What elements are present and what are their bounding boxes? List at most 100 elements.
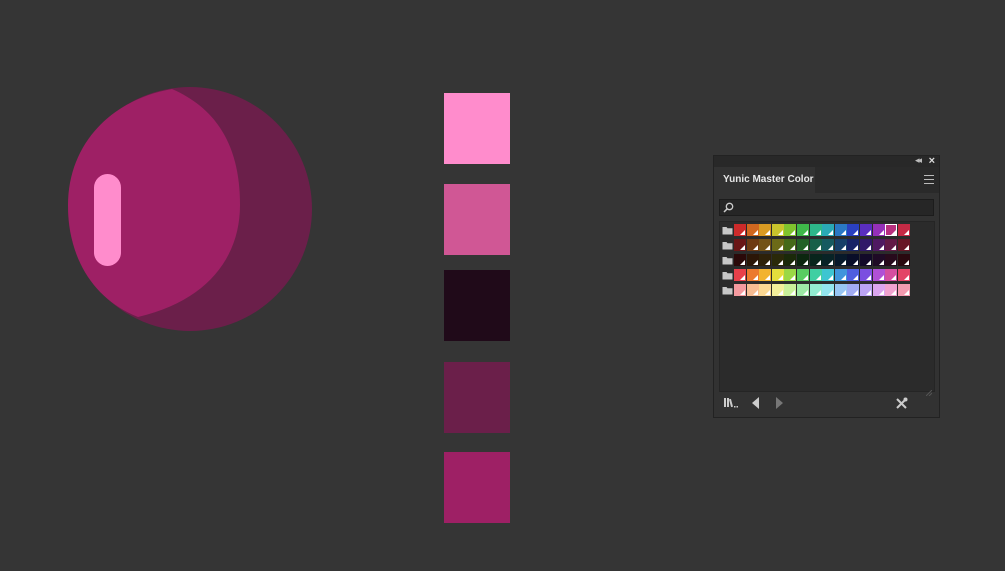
- folder-icon[interactable]: [722, 271, 733, 280]
- color-swatch[interactable]: [885, 224, 898, 236]
- swatch-dark-plum[interactable]: [444, 270, 510, 341]
- panel-tab[interactable]: Yunic Master Color: [714, 167, 815, 193]
- color-swatch[interactable]: [771, 269, 784, 281]
- color-swatch[interactable]: [771, 239, 784, 251]
- color-swatch[interactable]: [809, 224, 822, 236]
- color-swatch[interactable]: [897, 239, 910, 251]
- color-swatch[interactable]: [797, 269, 809, 281]
- previous-icon[interactable]: [752, 397, 760, 409]
- color-swatch[interactable]: [797, 239, 809, 251]
- color-swatch[interactable]: [759, 284, 772, 296]
- color-swatch[interactable]: [872, 239, 885, 251]
- folder-icon[interactable]: [722, 256, 733, 265]
- color-swatch[interactable]: [784, 269, 797, 281]
- swatch-group-row[interactable]: [720, 239, 920, 252]
- color-swatch[interactable]: [746, 269, 759, 281]
- color-swatch[interactable]: [822, 284, 835, 296]
- color-swatch[interactable]: [822, 224, 835, 236]
- color-swatch[interactable]: [872, 269, 885, 281]
- yunic-master-color-panel: ◂◂ × Yunic Master Color: [713, 155, 940, 418]
- color-swatch[interactable]: [771, 284, 784, 296]
- color-swatch[interactable]: [759, 254, 772, 266]
- color-swatch[interactable]: [872, 284, 885, 296]
- swatch-plum[interactable]: [444, 362, 510, 433]
- color-swatch[interactable]: [847, 284, 860, 296]
- library-icon[interactable]: [723, 397, 739, 409]
- swatch-light-pink[interactable]: [444, 93, 510, 164]
- swatch-group-row[interactable]: [720, 269, 920, 282]
- color-swatch[interactable]: [771, 254, 784, 266]
- color-swatch[interactable]: [897, 284, 910, 296]
- color-swatch[interactable]: [897, 254, 910, 266]
- collapse-icon[interactable]: ◂◂: [915, 155, 922, 166]
- color-swatch[interactable]: [809, 254, 822, 266]
- color-swatch[interactable]: [746, 239, 759, 251]
- folder-icon[interactable]: [722, 226, 733, 235]
- search-field[interactable]: [719, 199, 934, 216]
- color-swatch[interactable]: [860, 269, 872, 281]
- color-swatch[interactable]: [834, 284, 847, 296]
- color-swatch[interactable]: [734, 239, 746, 251]
- sphere-highlight[interactable]: [94, 174, 121, 266]
- swatch-magenta[interactable]: [444, 452, 510, 523]
- color-swatch[interactable]: [771, 224, 784, 236]
- color-swatch[interactable]: [897, 224, 910, 236]
- color-swatch[interactable]: [797, 254, 809, 266]
- color-swatch[interactable]: [734, 269, 746, 281]
- panel-title-bar[interactable]: ◂◂ ×: [714, 155, 939, 167]
- search-input[interactable]: [736, 201, 926, 214]
- color-swatch[interactable]: [872, 224, 885, 236]
- color-swatch[interactable]: [734, 254, 746, 266]
- folder-icon[interactable]: [722, 241, 733, 250]
- color-swatch[interactable]: [759, 239, 772, 251]
- color-swatch[interactable]: [834, 239, 847, 251]
- color-swatch[interactable]: [847, 254, 860, 266]
- color-swatch[interactable]: [734, 224, 746, 236]
- color-swatch[interactable]: [784, 284, 797, 296]
- folder-icon[interactable]: [722, 286, 733, 295]
- color-swatch[interactable]: [872, 254, 885, 266]
- color-swatch[interactable]: [885, 269, 898, 281]
- swatch-group-row[interactable]: [720, 224, 920, 237]
- color-swatch[interactable]: [734, 284, 746, 296]
- color-swatch[interactable]: [822, 239, 835, 251]
- color-swatch[interactable]: [847, 239, 860, 251]
- color-swatch[interactable]: [809, 284, 822, 296]
- color-swatch[interactable]: [885, 239, 898, 251]
- color-swatch[interactable]: [759, 224, 772, 236]
- color-swatch[interactable]: [834, 224, 847, 236]
- color-swatch[interactable]: [847, 269, 860, 281]
- color-swatch[interactable]: [797, 284, 809, 296]
- color-swatch[interactable]: [809, 269, 822, 281]
- color-swatch[interactable]: [860, 239, 872, 251]
- color-swatch[interactable]: [809, 239, 822, 251]
- color-swatch[interactable]: [822, 269, 835, 281]
- color-swatch[interactable]: [784, 239, 797, 251]
- color-swatch[interactable]: [834, 254, 847, 266]
- next-icon[interactable]: [775, 397, 783, 409]
- color-swatch[interactable]: [885, 284, 898, 296]
- color-swatch[interactable]: [885, 254, 898, 266]
- color-swatch[interactable]: [746, 254, 759, 266]
- tools-icon[interactable]: [895, 397, 908, 410]
- color-swatch[interactable]: [860, 284, 872, 296]
- search-icon: [723, 202, 734, 213]
- color-swatch[interactable]: [746, 284, 759, 296]
- swatch-medium-pink[interactable]: [444, 184, 510, 255]
- color-swatch[interactable]: [860, 224, 872, 236]
- color-swatch[interactable]: [834, 269, 847, 281]
- color-swatch[interactable]: [784, 254, 797, 266]
- color-swatch[interactable]: [860, 254, 872, 266]
- resize-grip-icon[interactable]: [925, 383, 933, 397]
- color-swatch[interactable]: [784, 224, 797, 236]
- color-swatch[interactable]: [822, 254, 835, 266]
- swatch-group-row[interactable]: [720, 254, 920, 267]
- close-icon[interactable]: ×: [929, 155, 935, 167]
- color-swatch[interactable]: [847, 224, 860, 236]
- color-swatch[interactable]: [797, 224, 809, 236]
- color-swatch[interactable]: [759, 269, 772, 281]
- color-swatch[interactable]: [746, 224, 759, 236]
- menu-icon[interactable]: [924, 175, 934, 184]
- color-swatch[interactable]: [897, 269, 910, 281]
- swatch-group-row[interactable]: [720, 284, 920, 297]
